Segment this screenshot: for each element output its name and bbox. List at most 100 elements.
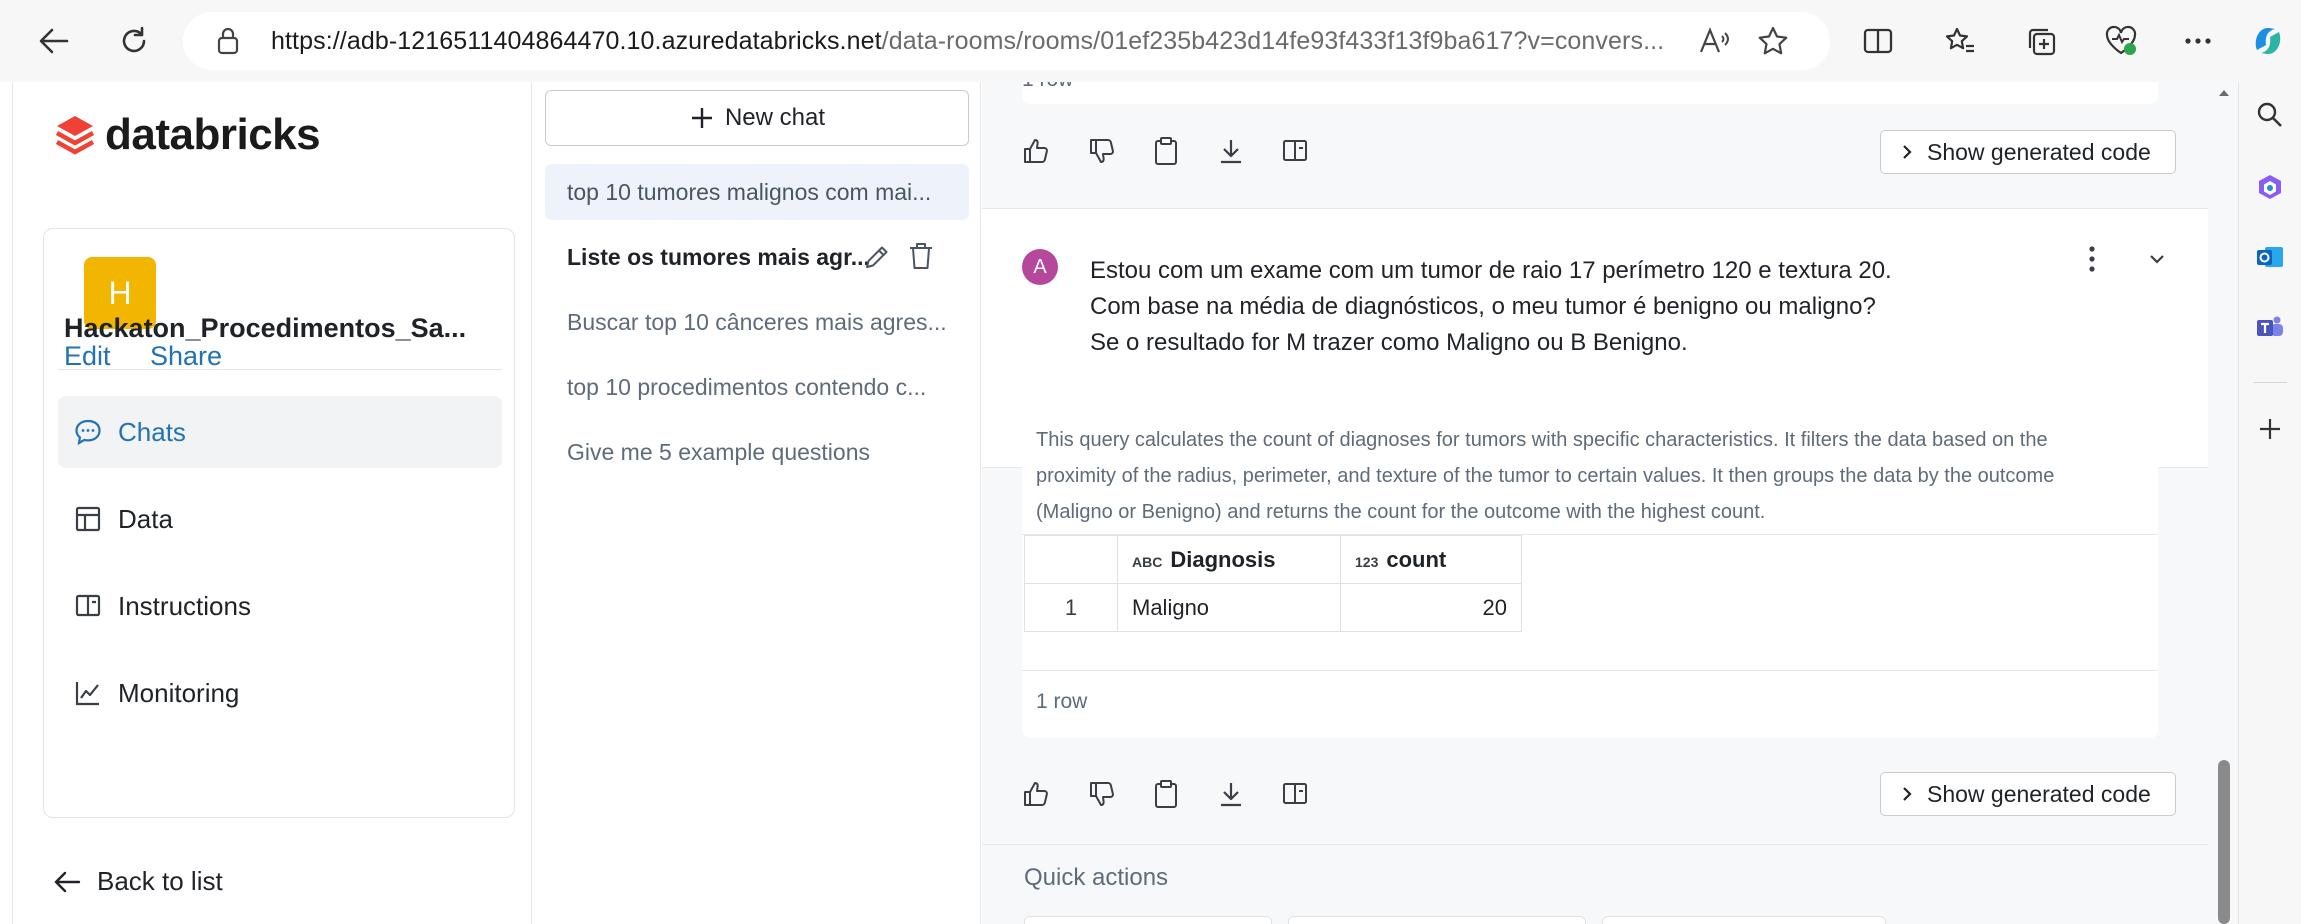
add-instruction-icon[interactable] (1275, 774, 1315, 814)
url-host: https://adb-1216511404864470.10.azuredat… (271, 27, 882, 55)
integer-type-icon: 123 (1355, 553, 1379, 570)
scrollbar-thumb[interactable] (2218, 760, 2230, 924)
column-header-count[interactable]: 123 count (1340, 535, 1522, 584)
nav-instructions-label: Instructions (118, 590, 251, 621)
cell-diagnosis: Maligno (1117, 583, 1341, 632)
table-icon (75, 506, 101, 532)
index-header (1024, 535, 1118, 584)
outlook-icon[interactable] (2253, 240, 2287, 274)
chat-item[interactable]: top 10 procedimentos contendo c... (545, 359, 969, 415)
nav-data-label: Data (118, 503, 173, 534)
add-instruction-icon[interactable] (1275, 131, 1315, 171)
thumbs-up-icon[interactable] (1016, 131, 1056, 171)
copilot-icon[interactable] (2240, 13, 2296, 69)
show-generated-code-button[interactable]: Show generated code (1880, 772, 2176, 816)
lock-icon[interactable] (217, 27, 239, 55)
url-path: /data-rooms/rooms/01ef235b423d14fe93f433… (881, 27, 1665, 55)
chat-item[interactable]: Buscar top 10 cânceres mais agres... (545, 294, 969, 350)
quick-action-button[interactable] (1288, 916, 1586, 924)
download-icon[interactable] (1211, 131, 1251, 171)
split-screen-icon[interactable] (1850, 13, 1906, 69)
browser-essentials-icon[interactable] (2093, 13, 2149, 69)
nav-data[interactable]: Data (58, 483, 502, 555)
room-name: Hackaton_Procedimentos_Sa... (64, 313, 467, 343)
chevron-down-icon[interactable] (2148, 253, 2166, 265)
add-app-plus-icon[interactable] (2253, 412, 2287, 446)
edit-link[interactable]: Edit (64, 341, 111, 372)
previous-answer-card: 1 row (1022, 82, 2158, 104)
quick-action-button[interactable] (1024, 916, 1272, 924)
show-generated-code-label: Show generated code (1927, 780, 2151, 807)
copy-icon[interactable] (1146, 131, 1186, 171)
divider (1022, 670, 2158, 671)
chat-item-label: Liste os tumores mais agr... (567, 243, 870, 270)
answer-card: This query calculates the count of diagn… (1022, 412, 2158, 738)
thumbs-down-icon[interactable] (1082, 774, 1122, 814)
conversation-panel: 1 row Show generated code A Estou com um… (982, 82, 2238, 924)
address-bar[interactable]: https://adb-1216511404864470.10.azuredat… (183, 12, 1830, 70)
reload-icon[interactable] (106, 13, 162, 69)
chevron-right-icon (1903, 787, 1912, 801)
thumbs-down-icon[interactable] (1082, 131, 1122, 171)
chat-item[interactable]: Give me 5 example questions (545, 424, 969, 480)
chat-item[interactable]: Liste os tumores mais agr... (545, 229, 969, 285)
nav-instructions[interactable]: Instructions (58, 570, 502, 642)
arrow-left-icon (54, 871, 81, 892)
row-index: 1 (1024, 583, 1118, 632)
favorite-star-icon[interactable] (1757, 25, 1789, 57)
thumbs-up-icon[interactable] (1016, 774, 1056, 814)
read-aloud-icon[interactable] (1698, 26, 1730, 56)
scroll-up-icon[interactable] (2217, 88, 2231, 98)
previous-answer-actions: Show generated code (982, 118, 2214, 188)
user-message-line: Estou com um exame com um tumor de raio … (1090, 257, 1892, 284)
divider (2253, 382, 2287, 383)
quick-action-button[interactable] (1602, 916, 1886, 924)
url-text: https://adb-1216511404864470.10.azuredat… (271, 27, 1664, 56)
trash-icon[interactable] (907, 241, 935, 271)
user-message-text: Estou com um exame com um tumor de raio … (1090, 253, 1892, 361)
result-table: ABC Diagnosis 123 count 1 Maligno 20 (1024, 535, 1522, 632)
databricks-logo[interactable]: databricks (53, 110, 321, 160)
more-menu-icon[interactable] (2170, 13, 2226, 69)
new-chat-label: New chat (724, 104, 826, 131)
answer-line: (Maligno or Benigno) and returns the cou… (1036, 501, 1766, 523)
new-chat-button[interactable]: New chat (545, 90, 969, 146)
chevron-right-icon (1903, 145, 1912, 159)
nav-monitoring-label: Monitoring (118, 677, 240, 708)
previous-row-count: 1 row (1022, 82, 1073, 92)
string-type-icon: ABC (1132, 553, 1163, 570)
show-generated-code-button[interactable]: Show generated code (1880, 130, 2176, 174)
copy-icon[interactable] (1146, 774, 1186, 814)
table-header-row: ABC Diagnosis 123 count (1024, 535, 1522, 584)
share-link[interactable]: Share (150, 341, 222, 372)
user-message-line: Com base na média de diagnósticos, o meu… (1090, 293, 1876, 320)
chat-item[interactable]: top 10 tumores malignos com mai... (545, 164, 969, 220)
nav-monitoring[interactable]: Monitoring (58, 657, 502, 729)
search-icon[interactable] (2253, 98, 2287, 132)
row-count: 1 row (1036, 690, 1088, 713)
cell-count: 20 (1340, 583, 1522, 632)
column-label: count (1386, 546, 1447, 572)
databricks-logo-icon (55, 116, 95, 155)
teams-icon[interactable] (2253, 310, 2287, 344)
column-header-diagnosis[interactable]: ABC Diagnosis (1117, 535, 1341, 584)
scrollbar[interactable] (2214, 82, 2234, 924)
copilot-app-icon[interactable] (2253, 170, 2287, 204)
book-icon (75, 594, 101, 617)
user-message-line: Se o resultado for M trazer como Maligno… (1090, 329, 1688, 356)
back-arrow-icon[interactable] (26, 13, 82, 69)
quick-actions-heading: Quick actions (1024, 864, 1169, 891)
browser-sidebar (2238, 82, 2301, 924)
browser-toolbar: https://adb-1216511404864470.10.azuredat… (0, 0, 2301, 82)
back-to-list-link[interactable]: Back to list (53, 866, 223, 897)
divider (982, 844, 2208, 845)
answer-line: proximity of the radius, perimeter, and … (1036, 465, 2055, 487)
kebab-menu-icon[interactable] (2088, 245, 2096, 273)
download-icon[interactable] (1211, 774, 1251, 814)
nav-chats[interactable]: Chats (58, 396, 502, 468)
favorites-icon[interactable] (1932, 13, 1988, 69)
edit-pencil-icon[interactable] (863, 243, 891, 271)
nav-chats-label: Chats (118, 416, 186, 447)
collections-icon[interactable] (2013, 13, 2069, 69)
answer-line: This query calculates the count of diagn… (1036, 429, 2048, 451)
